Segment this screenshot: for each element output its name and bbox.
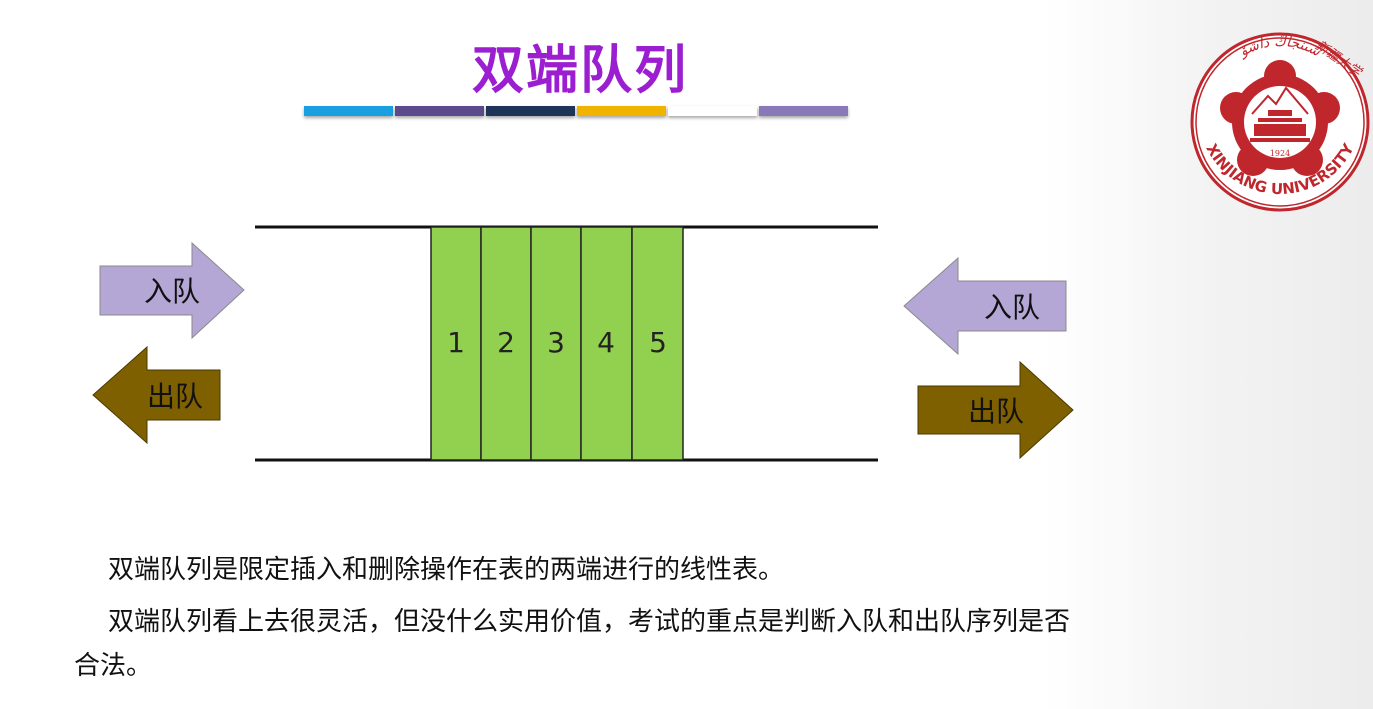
xinjiang-university-logo-icon: 1924 شىنجاڭ داشۆ 新疆大学 XINJIANG UNIVERSIT… xyxy=(1190,32,1370,212)
deque-cell-label: 5 xyxy=(649,326,667,359)
left-enqueue-label: 入队 xyxy=(144,275,200,308)
left-dequeue-label: 出队 xyxy=(147,380,203,413)
right-enqueue-label: 入队 xyxy=(984,291,1040,324)
right-dequeue-label: 出队 xyxy=(968,395,1024,428)
deque-cell-label: 2 xyxy=(497,326,515,359)
deque-cells: 1 2 3 4 5 xyxy=(430,226,684,461)
paragraph-note: 双端队列看上去很灵活，但没什么实用价值，考试的重点是判断入队和出队序列是否合法。 xyxy=(74,607,1071,681)
logo-year: 1924 xyxy=(1270,149,1290,158)
deque-cell-label: 4 xyxy=(597,326,615,359)
deque-cell-label: 3 xyxy=(547,326,565,359)
paragraph-definition: 双端队列是限定插入和删除操作在表的两端进行的线性表。 xyxy=(108,555,785,585)
deque-cell-label: 1 xyxy=(447,326,465,359)
